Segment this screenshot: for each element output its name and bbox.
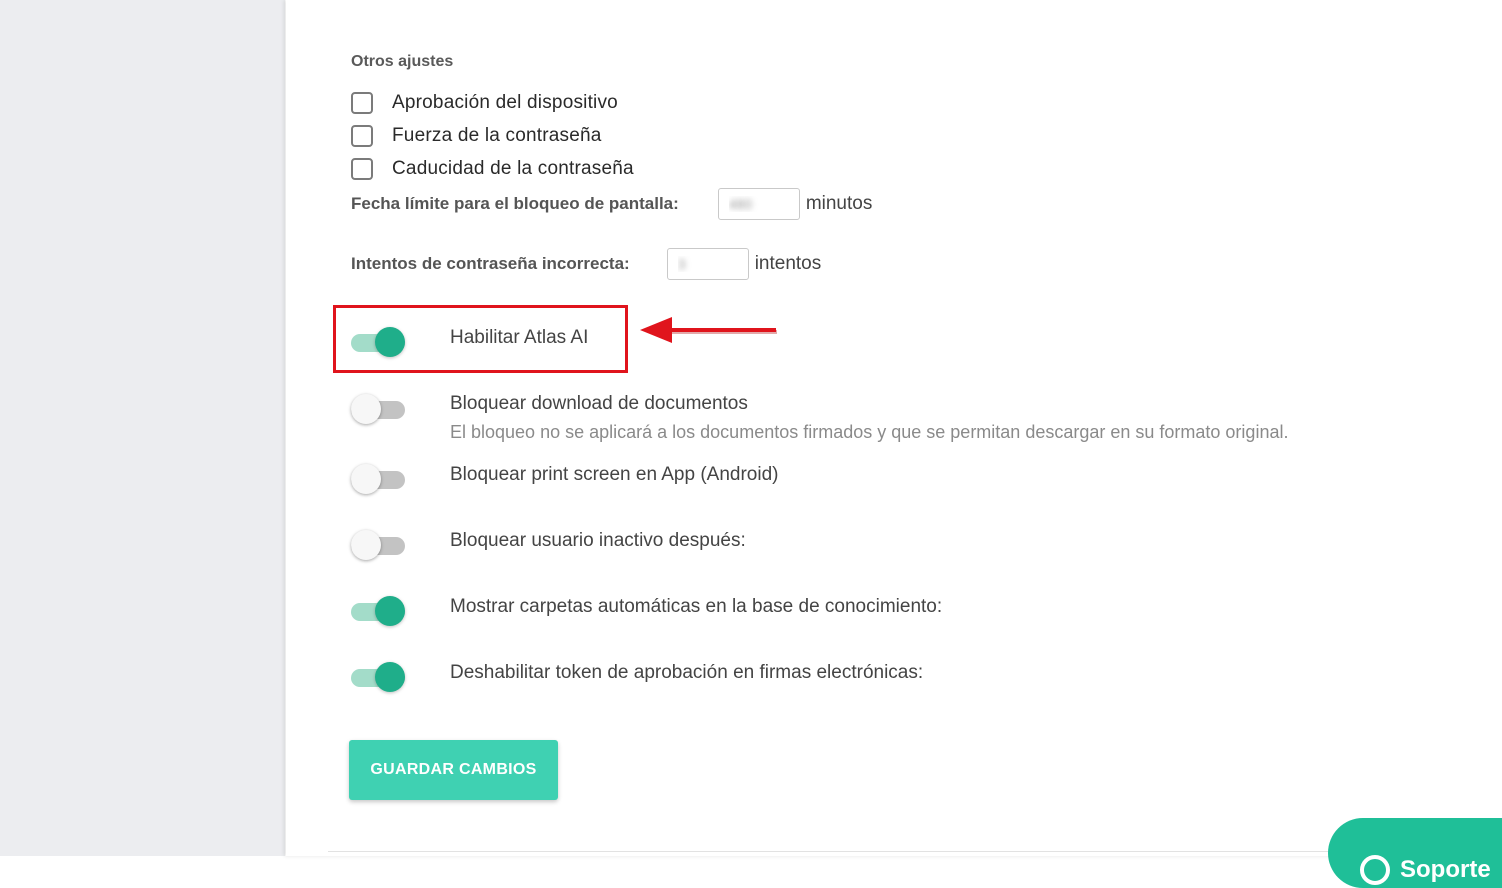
checkbox-row-password-expiry[interactable]: Caducidad de la contraseña — [351, 155, 634, 183]
checkbox-row-password-strength[interactable]: Fuerza de la contraseña — [351, 122, 602, 150]
screen-lock-label: Fecha límite para el bloqueo de pantalla… — [351, 194, 679, 213]
screen-lock-input[interactable] — [717, 188, 800, 220]
checkbox-label: Fuerza de la contraseña — [392, 125, 602, 146]
screen-lock-unit: minutos — [805, 193, 873, 214]
password-attempts-label: Intentos de contraseña incorrecta: — [351, 254, 630, 273]
disable-approval-token-label: Deshabilitar token de aprobación en firm… — [450, 662, 924, 683]
highlight-box — [333, 305, 628, 373]
checkbox-label: Aprobación del dispositivo — [392, 92, 618, 113]
password-expiry-checkbox[interactable] — [351, 158, 373, 180]
toggle-knob — [375, 662, 405, 692]
screen-lock-row: Fecha límite para el bloqueo de pantalla… — [351, 187, 872, 221]
toggle-knob — [375, 596, 405, 626]
password-attempts-input[interactable] — [666, 248, 749, 280]
left-background — [0, 0, 285, 856]
toggle-knob — [351, 530, 381, 560]
password-attempts-unit: intentos — [754, 253, 822, 274]
block-download-description: El bloqueo no se aplicará a los document… — [450, 422, 1289, 442]
arrow-left-icon — [640, 317, 777, 343]
block-download-label: Bloquear download de documentos — [450, 393, 748, 414]
divider — [328, 851, 1502, 852]
support-label: Soporte — [1400, 856, 1491, 883]
support-button[interactable]: Soporte — [1328, 818, 1502, 888]
block-download-toggle[interactable] — [351, 392, 407, 426]
block-inactive-user-toggle[interactable] — [351, 528, 407, 562]
block-print-screen-toggle[interactable] — [351, 462, 407, 496]
save-changes-button[interactable]: GUARDAR CAMBIOS — [349, 740, 558, 800]
block-print-screen-label: Bloquear print screen en App (Android) — [450, 464, 779, 485]
block-inactive-user-label: Bloquear usuario inactivo después: — [450, 530, 746, 551]
password-strength-checkbox[interactable] — [351, 125, 373, 147]
toggle-knob — [351, 464, 381, 494]
checkbox-row-device-approval[interactable]: Aprobación del dispositivo — [351, 89, 618, 117]
section-title: Otros ajustes — [351, 53, 454, 70]
disable-approval-token-toggle[interactable] — [351, 660, 407, 694]
device-approval-checkbox[interactable] — [351, 92, 373, 114]
toggle-knob — [351, 394, 381, 424]
search-icon — [1360, 855, 1390, 885]
password-attempts-row: Intentos de contraseña incorrecta: inten… — [351, 247, 821, 281]
auto-folders-toggle[interactable] — [351, 594, 407, 628]
checkbox-label: Caducidad de la contraseña — [392, 158, 634, 179]
auto-folders-label: Mostrar carpetas automáticas en la base … — [450, 596, 943, 617]
